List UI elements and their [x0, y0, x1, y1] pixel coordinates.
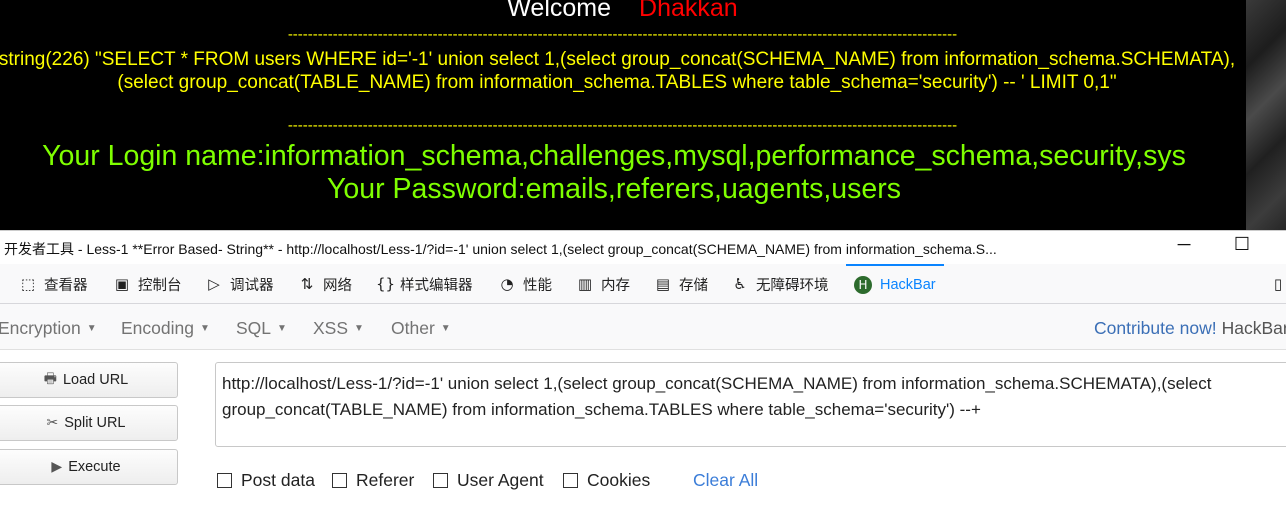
tab-style-editor[interactable]: {} 样式编辑器 [376, 264, 473, 304]
maximize-button[interactable]: ☐ [1230, 234, 1254, 255]
scissors-icon: ✂ [46, 415, 59, 431]
menu-label: Other [391, 318, 435, 338]
menu-sql[interactable]: SQL ▼ [236, 318, 287, 339]
welcome-user: Dhakkan [639, 0, 738, 22]
hackbar-icon: H [854, 276, 872, 294]
button-label: Split URL [64, 415, 126, 431]
menu-label: Encryption [0, 318, 81, 338]
caret-down-icon: ▼ [199, 323, 210, 334]
tab-network[interactable]: ⇅ 网络 [299, 264, 352, 304]
checkbox-label: Post data [241, 470, 315, 490]
execute-button[interactable]: ▶ Execute [0, 449, 178, 485]
console-icon: ▣ [114, 275, 130, 293]
web-page-viewport: Welcome Dhakkan -------------------------… [0, 0, 1286, 230]
tab-label: 查看器 [44, 277, 88, 294]
tab-label: 性能 [523, 277, 552, 294]
hackbar-panel: 🖶 Load URL ✂ Split URL ▶ Execute http://loc… [0, 350, 1286, 506]
menu-label: SQL [236, 318, 272, 338]
menu-label: Encoding [121, 318, 194, 338]
menu-xss[interactable]: XSS ▼ [313, 318, 364, 339]
play-icon: ▶ [51, 459, 63, 475]
divider-bottom: ----------------------------------------… [287, 118, 958, 133]
tab-performance[interactable]: ◔ 性能 [499, 264, 552, 304]
load-url-button[interactable]: 🖶 Load URL [0, 362, 178, 398]
contribute-text: Contribute now! [1094, 318, 1217, 338]
menu-encryption[interactable]: Encryption ▼ [0, 318, 97, 339]
referer-checkbox[interactable]: Referer [332, 470, 414, 491]
checkbox-label: User Agent [457, 470, 544, 490]
split-url-button[interactable]: ✂ Split URL [0, 405, 178, 441]
devtools-titlebar: 开发者工具 - Less-1 **Error Based- String** -… [0, 230, 1286, 264]
url-textarea[interactable]: http://localhost/Less-1/?id=-1' union se… [215, 362, 1286, 447]
memory-icon: ▥ [577, 275, 593, 293]
query-dump: string(226) "SELECT * FROM users WHERE i… [0, 49, 1236, 93]
window-title: 开发者工具 - Less-1 **Error Based- String** -… [4, 241, 997, 257]
login-name-text: Your Login name:information_schema,chall… [42, 140, 1186, 172]
tab-memory[interactable]: ▥ 内存 [577, 264, 630, 304]
performance-icon: ◔ [500, 275, 514, 293]
caret-down-icon: ▼ [440, 323, 451, 334]
devtools-toolbar: ⬚ 查看器 ▣ 控制台 ▷ 调试器 ⇅ 网络 {} 样式编辑器 ◔ 性能 ▥ 内存 ▤ 存储 ♿… [0, 264, 1286, 304]
tab-accessibility[interactable]: ♿ 无障碍环境 [732, 264, 829, 304]
tab-label: 无障碍环境 [756, 277, 829, 294]
welcome-line: Welcome Dhakkan [0, 0, 1245, 23]
welcome-text: Welcome [507, 0, 612, 22]
checkbox-box[interactable] [563, 473, 578, 488]
checkbox-label: Cookies [587, 470, 651, 490]
user-agent-checkbox[interactable]: User Agent [433, 470, 544, 491]
checkbox-label: Referer [356, 470, 415, 490]
inspector-icon: ⬚ [20, 275, 36, 293]
tab-console[interactable]: ▣ 控制台 [114, 264, 182, 304]
menu-encoding[interactable]: Encoding ▼ [121, 318, 210, 339]
menu-other[interactable]: Other ▼ [391, 318, 451, 339]
hackbar-menu: Encryption ▼ Encoding ▼ SQL ▼ XSS ▼ Other ▼ C… [0, 304, 1286, 350]
tab-storage[interactable]: ▤ 存储 [655, 264, 708, 304]
divider-top: ----------------------------------------… [287, 27, 958, 42]
tab-label: 调试器 [230, 277, 274, 294]
tab-label: 网络 [323, 277, 352, 294]
dock-options-button[interactable]: ▯ [1270, 264, 1286, 304]
menu-label: XSS [313, 318, 349, 338]
dock-icon: ▯ [1273, 275, 1283, 293]
tab-debugger[interactable]: ▷ 调试器 [206, 264, 274, 304]
storage-icon: ▤ [655, 275, 671, 293]
tab-label: 样式编辑器 [400, 277, 473, 294]
button-label: Execute [68, 459, 121, 475]
caret-down-icon: ▼ [277, 323, 287, 334]
tab-label: 控制台 [138, 277, 182, 294]
caret-down-icon: ▼ [86, 323, 97, 334]
network-icon: ⇅ [300, 275, 314, 293]
clear-all-link[interactable]: Clear All [693, 470, 758, 491]
debugger-icon: ▷ [208, 275, 220, 293]
style-editor-icon: {} [376, 275, 396, 293]
printer-icon: 🖶 [43, 371, 57, 387]
tab-hackbar[interactable]: H HackBar [846, 264, 944, 304]
tab-label: 存储 [679, 277, 708, 294]
cookies-checkbox[interactable]: Cookies [563, 470, 650, 491]
caret-down-icon: ▼ [354, 323, 364, 334]
checkbox-box[interactable] [433, 473, 448, 488]
tab-label: 内存 [601, 277, 630, 294]
button-label: Load URL [62, 372, 129, 388]
post-data-checkbox[interactable]: Post data [217, 470, 315, 491]
password-text: Your Password:emails,referers,uagents,us… [327, 173, 901, 205]
tab-inspector[interactable]: ⬚ 查看器 [20, 264, 88, 304]
checkbox-box[interactable] [217, 473, 232, 488]
tab-label: HackBar [880, 277, 936, 293]
stone-background [1246, 0, 1286, 230]
hackbar-brand: HackBar [1221, 318, 1286, 338]
accessibility-icon: ♿ [733, 275, 747, 293]
minimize-button[interactable]: ─ [1172, 234, 1196, 255]
checkbox-box[interactable] [332, 473, 347, 488]
contribute-link[interactable]: Contribute now! HackBar [1094, 318, 1286, 339]
